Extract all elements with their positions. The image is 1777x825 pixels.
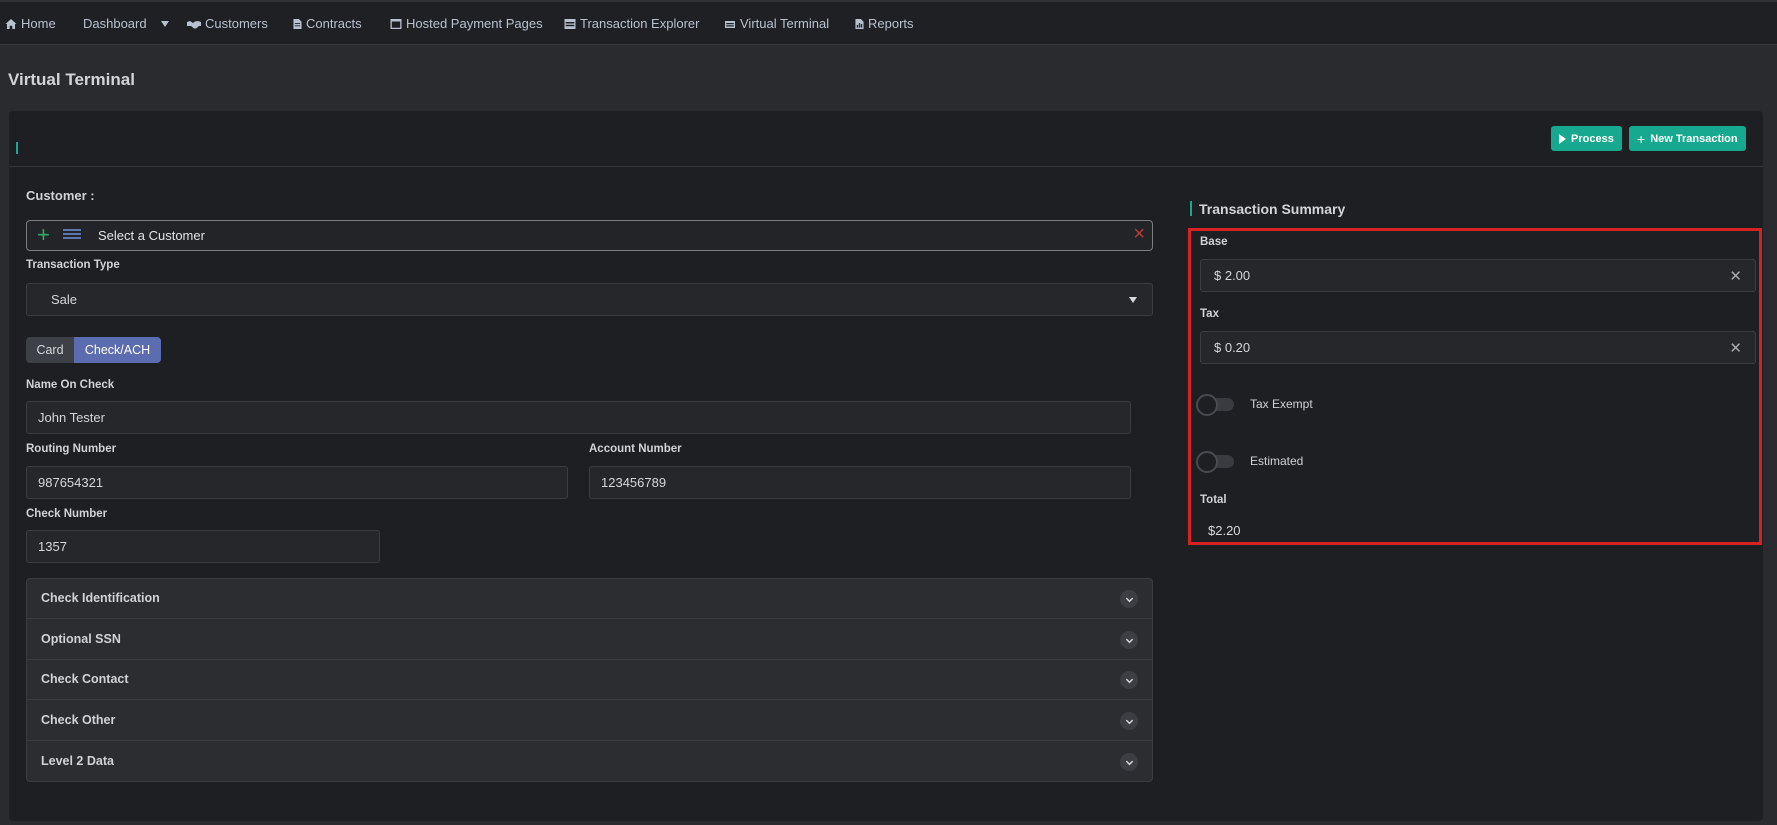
table-icon — [564, 18, 576, 29]
total-value: $2.20 — [1208, 523, 1241, 538]
estimated-label: Estimated — [1250, 454, 1304, 468]
play-icon — [1559, 133, 1566, 144]
tax-label: Tax — [1200, 308, 1219, 320]
tab-check-ach[interactable]: Check/ACH — [74, 337, 161, 363]
accordion-label: Optional SSN — [41, 632, 121, 646]
base-amount-value: $ 2.00 — [1214, 268, 1251, 283]
new-transaction-label: New Transaction — [1650, 132, 1738, 145]
tax-amount-field[interactable]: $ 0.20 ✕ — [1200, 331, 1756, 364]
nav-transaction-explorer-label: Transaction Explorer — [580, 16, 700, 31]
check-details-accordion: Check Identification Optional SSN Check … — [26, 578, 1153, 782]
nav-reports[interactable]: Reports — [855, 16, 914, 31]
report-icon — [855, 18, 864, 29]
nav-hosted-payment-pages-label: Hosted Payment Pages — [406, 16, 543, 31]
nav-home-label: Home — [21, 16, 56, 31]
top-nav: Home Dashboard Customers Contracts Hoste… — [0, 0, 1777, 45]
nav-virtual-terminal-label: Virtual Terminal — [740, 16, 830, 31]
process-label: Process — [1571, 132, 1614, 145]
nav-reports-label: Reports — [868, 16, 914, 31]
base-label: Base — [1200, 236, 1228, 248]
nav-hosted-payment-pages[interactable]: Hosted Payment Pages — [390, 16, 543, 31]
routing-number-label: Routing Number — [26, 443, 117, 455]
page-title: Virtual Terminal — [8, 70, 135, 89]
home-icon — [5, 18, 17, 29]
tab-card[interactable]: Card — [26, 337, 74, 363]
estimated-toggle[interactable] — [1196, 451, 1236, 473]
toggle-knob — [1196, 394, 1218, 416]
check-number-label: Check Number — [26, 508, 108, 520]
chevron-down-icon — [1120, 753, 1138, 771]
handshake-icon — [187, 20, 201, 28]
transaction-type-value: Sale — [51, 292, 78, 307]
name-on-check-label: Name On Check — [26, 379, 115, 391]
accordion-optional-ssn[interactable]: Optional SSN — [27, 620, 1152, 660]
accordion-check-identification[interactable]: Check Identification — [27, 579, 1152, 619]
process-button[interactable]: Process — [1551, 126, 1622, 151]
nav-customers[interactable]: Customers — [187, 16, 268, 31]
toggle-knob — [1196, 451, 1218, 473]
transaction-type-select[interactable]: Sale — [26, 283, 1153, 316]
plus-icon: + — [1637, 130, 1646, 147]
terminal-icon — [725, 20, 735, 28]
card-header: Process + New Transaction — [9, 111, 1763, 167]
account-number-label: Account Number — [589, 443, 682, 455]
nav-virtual-terminal[interactable]: Virtual Terminal — [724, 16, 829, 31]
accordion-label: Level 2 Data — [41, 754, 114, 768]
accordion-label: Check Contact — [41, 672, 129, 686]
accordion-check-contact[interactable]: Check Contact — [27, 660, 1152, 700]
chevron-down-icon — [1129, 297, 1137, 303]
header-accent-bar — [16, 142, 18, 154]
nav-dashboard-label: Dashboard — [83, 16, 147, 31]
transaction-type-label: Transaction Type — [26, 259, 120, 271]
customer-list-icon[interactable] — [63, 229, 81, 243]
tax-amount-value: $ 0.20 — [1214, 340, 1251, 355]
tax-exempt-label: Tax Exempt — [1250, 397, 1313, 411]
nav-contracts-label: Contracts — [306, 16, 362, 31]
nav-dashboard[interactable]: Dashboard — [83, 16, 169, 31]
chevron-down-icon — [1120, 590, 1138, 608]
summary-accent-bar — [1190, 201, 1192, 216]
clear-customer-icon[interactable]: × — [1133, 224, 1145, 244]
accordion-check-other[interactable]: Check Other — [27, 701, 1152, 741]
new-transaction-button[interactable]: + New Transaction — [1629, 126, 1746, 151]
chevron-down-icon — [1120, 712, 1138, 730]
routing-number-field[interactable]: 987654321 — [26, 466, 568, 499]
total-label: Total — [1200, 494, 1227, 506]
accordion-label: Check Identification — [41, 591, 160, 605]
accordion-level-2-data[interactable]: Level 2 Data — [27, 742, 1152, 781]
customer-label: Customer : — [26, 188, 95, 203]
clear-tax-icon[interactable]: ✕ — [1729, 339, 1742, 357]
base-amount-field[interactable]: $ 2.00 ✕ — [1200, 259, 1756, 292]
customer-placeholder: Select a Customer — [98, 228, 205, 243]
nav-contracts[interactable]: Contracts — [293, 16, 362, 31]
name-on-check-field[interactable]: John Tester — [26, 401, 1131, 434]
caret-down-icon — [160, 20, 169, 27]
chevron-down-icon — [1120, 671, 1138, 689]
nav-home[interactable]: Home — [5, 16, 56, 31]
check-number-field[interactable]: 1357 — [26, 530, 380, 563]
document-icon — [293, 18, 302, 29]
summary-title: Transaction Summary — [1199, 201, 1346, 217]
clear-base-icon[interactable]: ✕ — [1729, 267, 1742, 285]
chevron-down-icon — [1120, 631, 1138, 649]
customer-select[interactable]: + Select a Customer × — [26, 220, 1153, 251]
account-number-field[interactable]: 123456789 — [589, 466, 1131, 499]
tax-exempt-toggle[interactable] — [1196, 394, 1236, 416]
nav-customers-label: Customers — [205, 16, 268, 31]
nav-transaction-explorer[interactable]: Transaction Explorer — [564, 16, 699, 31]
window-icon — [390, 18, 402, 29]
accordion-label: Check Other — [41, 713, 116, 727]
add-customer-icon[interactable]: + — [37, 224, 50, 246]
